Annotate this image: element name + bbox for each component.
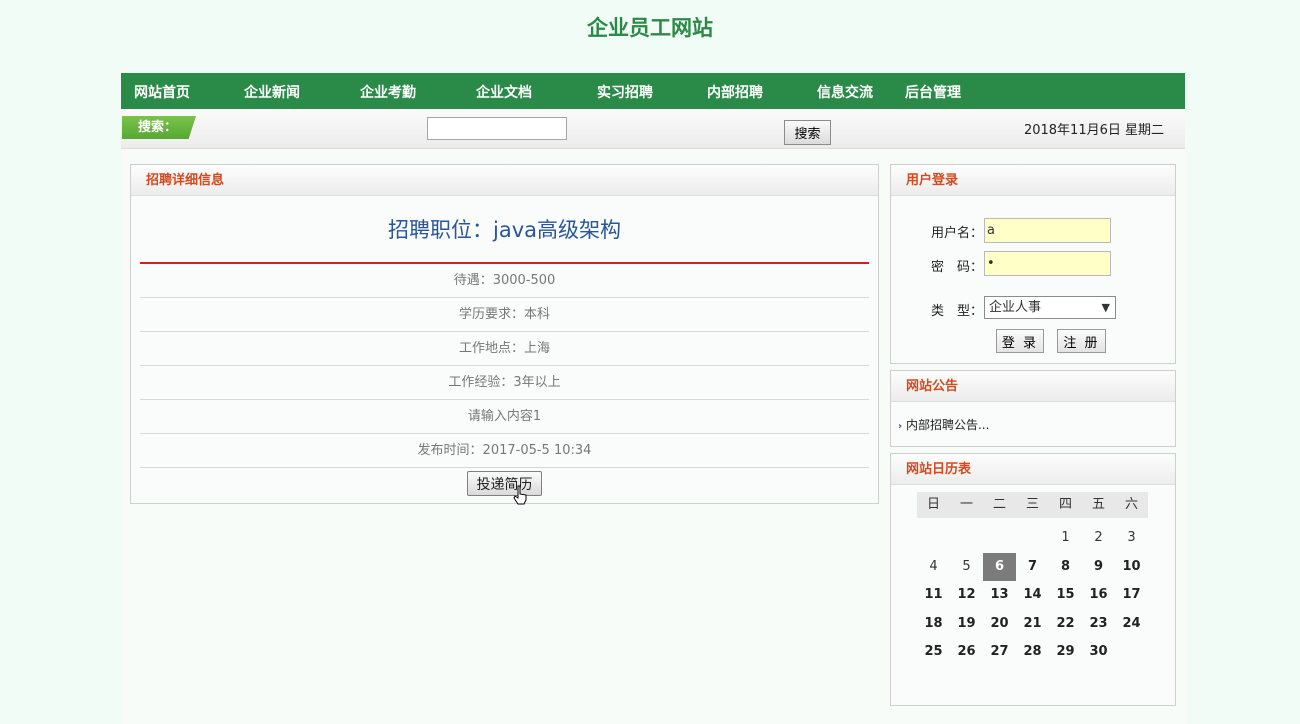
- calendar-day[interactable]: 28: [1016, 638, 1049, 667]
- weekday-sun: 日: [917, 492, 950, 518]
- notice-panel: 网站公告 › 内部招聘公告...: [890, 370, 1176, 447]
- calendar-week-row: 18 19 20 21 22 23 24: [917, 610, 1148, 639]
- calendar-day[interactable]: 23: [1082, 610, 1115, 639]
- search-input[interactable]: [427, 117, 567, 140]
- type-label: 类 型：: [931, 304, 984, 319]
- calendar-day[interactable]: 27: [983, 638, 1016, 667]
- user-type-value: 企业人事: [989, 300, 1042, 315]
- calendar-day[interactable]: 13: [983, 581, 1016, 610]
- calendar-day[interactable]: 14: [1016, 581, 1049, 610]
- info-row-publish-time: 发布时间：2017-05-5 10:34: [140, 434, 869, 468]
- calendar-week-row: 25 26 27 28 29 30: [917, 638, 1148, 667]
- weekday-wed: 三: [1016, 492, 1049, 518]
- calendar-heading: 网站日历表: [891, 454, 1175, 485]
- chevron-right-icon: ›: [898, 421, 903, 432]
- info-row-location: 工作地点：上海: [140, 332, 869, 366]
- calendar-day[interactable]: 5: [950, 553, 983, 582]
- submit-resume-button[interactable]: 投递简历: [467, 471, 542, 496]
- login-heading: 用户登录: [891, 165, 1175, 196]
- calendar-day[interactable]: 24: [1115, 610, 1148, 639]
- calendar-day[interactable]: 17: [1115, 581, 1148, 610]
- calendar-day[interactable]: 9: [1082, 553, 1115, 582]
- calendar-day[interactable]: 25: [917, 638, 950, 667]
- nav-admin[interactable]: 后台管理: [905, 73, 961, 109]
- calendar-empty-cell: [1016, 524, 1049, 553]
- calendar-day[interactable]: 15: [1049, 581, 1082, 610]
- nav-attendance[interactable]: 企业考勤: [360, 73, 416, 109]
- nav-home[interactable]: 网站首页: [134, 73, 190, 109]
- job-detail-panel: 招聘详细信息 招聘职位：java高级架构 待遇：3000-500 学历要求：本科…: [130, 164, 879, 505]
- calendar-week-row: 4 5 6 7 8 9 10: [917, 552, 1148, 582]
- calendar-day[interactable]: 18: [917, 610, 950, 639]
- search-button[interactable]: 搜索: [784, 120, 831, 145]
- login-panel: 用户登录 用户名： a 密 码： • 类 型： 企业人事 ▼ 登 录 注 册: [890, 164, 1176, 364]
- calendar-day[interactable]: 8: [1049, 553, 1082, 582]
- calendar-day[interactable]: 22: [1049, 610, 1082, 639]
- calendar-empty-cell: [983, 524, 1016, 553]
- calendar-day[interactable]: 11: [917, 581, 950, 610]
- calendar-panel: 网站日历表 日 一 二 三 四 五 六 1 2 3 4 5 6 7 8 9 10 11 12 13 14 1…: [890, 453, 1176, 706]
- notice-heading: 网站公告: [891, 371, 1175, 402]
- job-detail-heading: 招聘详细信息: [131, 165, 878, 196]
- calendar-day[interactable]: 1: [1049, 524, 1082, 553]
- info-row-salary: 待遇：3000-500: [140, 264, 869, 298]
- info-row-experience: 工作经验：3年以上: [140, 366, 869, 400]
- nav-company-news[interactable]: 企业新闻: [244, 73, 300, 109]
- calendar-day[interactable]: 16: [1082, 581, 1115, 610]
- password-field[interactable]: •: [984, 251, 1111, 276]
- nav-internal-recruit[interactable]: 内部招聘: [707, 73, 763, 109]
- nav-internship[interactable]: 实习招聘: [597, 73, 653, 109]
- calendar-day[interactable]: 4: [917, 553, 950, 582]
- password-label: 密 码：: [931, 260, 984, 275]
- job-title: 招聘职位：java高级架构: [388, 218, 621, 242]
- calendar-empty-cell: [950, 524, 983, 553]
- calendar-day[interactable]: 21: [1016, 610, 1049, 639]
- nav-message-exchange[interactable]: 信息交流: [817, 73, 873, 109]
- login-button[interactable]: 登 录: [996, 329, 1044, 353]
- calendar-weekday-row: 日 一 二 三 四 五 六: [917, 492, 1148, 518]
- notice-item[interactable]: › 内部招聘公告...: [898, 416, 989, 433]
- calendar-day[interactable]: 3: [1115, 524, 1148, 553]
- calendar-day[interactable]: 30: [1082, 638, 1115, 667]
- calendar-day[interactable]: 10: [1115, 553, 1148, 582]
- username-field[interactable]: a: [984, 218, 1111, 243]
- calendar-empty-cell: [917, 524, 950, 553]
- mouse-pointer-icon: [513, 485, 527, 505]
- weekday-sat: 六: [1115, 492, 1148, 518]
- search-bar: 搜索： 搜索 2018年11月6日 星期二: [121, 109, 1185, 149]
- dropdown-arrow-icon: ▼: [1101, 301, 1110, 314]
- calendar-day[interactable]: 29: [1049, 638, 1082, 667]
- site-title: 企业员工网站: [587, 16, 713, 40]
- calendar-day[interactable]: 20: [983, 610, 1016, 639]
- search-tag: 搜索：: [122, 116, 196, 139]
- register-button[interactable]: 注 册: [1057, 329, 1106, 353]
- weekday-fri: 五: [1082, 492, 1115, 518]
- info-row-education: 学历要求：本科: [140, 298, 869, 332]
- main-nav: 网站首页 企业新闻 企业考勤 企业文档 实习招聘 内部招聘 信息交流 后台管理: [121, 73, 1185, 109]
- calendar-empty-cell: [1115, 638, 1148, 667]
- weekday-mon: 一: [950, 492, 983, 518]
- calendar-day[interactable]: 19: [950, 610, 983, 639]
- calendar-day[interactable]: 26: [950, 638, 983, 667]
- calendar-day[interactable]: 7: [1016, 553, 1049, 582]
- calendar-day[interactable]: 6: [983, 552, 1016, 582]
- calendar-grid: 日 一 二 三 四 五 六 1 2 3 4 5 6 7 8 9 10 11 12 13 14 15 16 17 1…: [917, 492, 1148, 667]
- calendar-day[interactable]: 12: [950, 581, 983, 610]
- nav-documents[interactable]: 企业文档: [476, 73, 532, 109]
- weekday-tue: 二: [983, 492, 1016, 518]
- username-label: 用户名：: [931, 226, 984, 241]
- notice-item-label: 内部招聘公告...: [905, 418, 990, 432]
- calendar-week-row: 11 12 13 14 15 16 17: [917, 581, 1148, 610]
- user-type-select[interactable]: 企业人事 ▼: [984, 296, 1116, 319]
- weekday-thu: 四: [1049, 492, 1082, 518]
- calendar-day[interactable]: 2: [1082, 524, 1115, 553]
- calendar-week-row: 123: [917, 524, 1148, 553]
- info-row-content: 请输入内容1: [140, 400, 869, 434]
- current-date: 2018年11月6日 星期二: [1023, 123, 1164, 138]
